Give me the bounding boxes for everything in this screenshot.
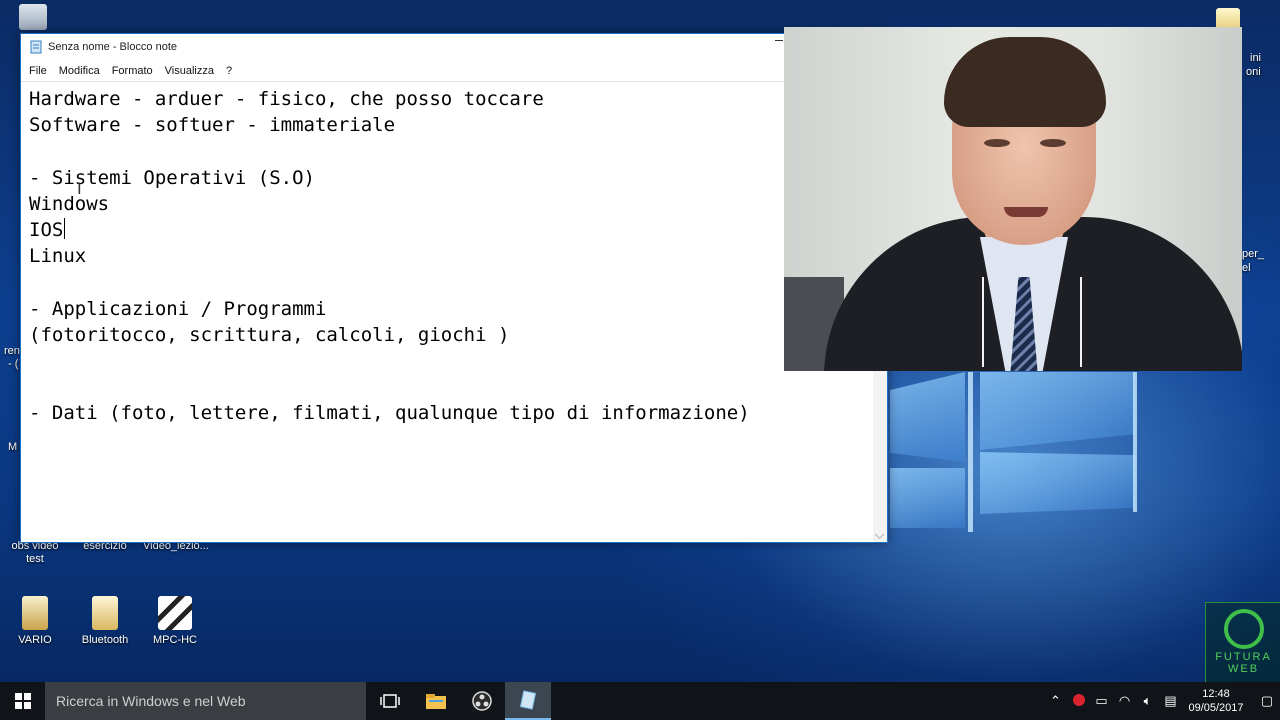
wallpaper-beam bbox=[1133, 372, 1137, 512]
wallpaper-pane bbox=[980, 452, 1135, 514]
menu-bar: File Modifica Formato Visualizza ? bbox=[21, 60, 887, 82]
desktop-icon-label: obs video test bbox=[11, 540, 59, 565]
earphone-cable bbox=[982, 277, 984, 367]
notepad-icon bbox=[30, 40, 42, 54]
desktop-icon-obs-video-test[interactable]: obs video test bbox=[3, 540, 67, 566]
text-line: Software - softuer - immateriale bbox=[29, 114, 396, 137]
chevron-up-icon[interactable]: ⌃ bbox=[1044, 693, 1067, 709]
taskbar-search-box[interactable]: Ricerca in Windows e nel Web bbox=[45, 682, 366, 720]
text-line bbox=[29, 138, 865, 164]
text-line: (fotoritocco, scrittura, calcoli, giochi… bbox=[29, 323, 510, 346]
menu-modifica[interactable]: Modifica bbox=[53, 63, 106, 79]
menu-file[interactable]: File bbox=[23, 63, 53, 79]
text-line: Windows bbox=[29, 192, 110, 215]
menu-formato[interactable]: Formato bbox=[106, 63, 159, 79]
logo-ring-icon bbox=[1223, 609, 1264, 649]
window-title: Senza nome - Blocco note bbox=[48, 41, 178, 53]
menu-visualizza[interactable]: Visualizza bbox=[159, 63, 220, 79]
notepad-window[interactable]: Senza nome - Blocco note File Modifica F… bbox=[20, 33, 888, 543]
wifi-icon[interactable]: ◠ bbox=[1113, 693, 1136, 709]
text-line bbox=[29, 269, 865, 295]
text-line bbox=[29, 348, 865, 374]
text-line: IOS bbox=[29, 218, 64, 241]
minimize-button[interactable] bbox=[775, 40, 783, 41]
task-view-icon bbox=[380, 694, 400, 708]
desktop-partial-label: oni bbox=[1246, 66, 1261, 78]
desktop-partial-label: - ( bbox=[8, 358, 19, 370]
desktop-icon-vario[interactable]: VARIO bbox=[3, 596, 67, 647]
recycle-bin-icon[interactable] bbox=[3, 4, 63, 34]
desktop-icon-label: MPC-HC bbox=[153, 634, 197, 646]
wallpaper-beam bbox=[968, 372, 973, 532]
text-line: Linux bbox=[29, 245, 87, 268]
text-line: Hardware - arduer - fisico, che posso to… bbox=[29, 88, 544, 110]
desktop-icon-mpc-hc[interactable]: MPC-HC bbox=[143, 596, 207, 647]
wallpaper-pane bbox=[890, 372, 965, 462]
volume-icon[interactable]: 🔈︎ bbox=[1136, 693, 1159, 709]
desktop-icon-label: VARIO bbox=[18, 634, 52, 646]
wallpaper-pane bbox=[980, 372, 1135, 450]
webcam-person-eye bbox=[984, 139, 1010, 147]
task-view-button[interactable] bbox=[367, 682, 413, 720]
ibeam-cursor-icon: I bbox=[77, 179, 82, 198]
obs-taskbar-button[interactable] bbox=[459, 682, 505, 720]
text-line: - Applicazioni / Programmi bbox=[29, 297, 327, 320]
taskbar-clock[interactable]: 12:48 09/05/2017 bbox=[1186, 687, 1246, 715]
webcam-person-hair bbox=[944, 37, 1106, 127]
desktop-partial-label: el bbox=[1242, 262, 1251, 274]
action-center-icon[interactable]: ▢ bbox=[1254, 693, 1280, 709]
file-explorer-icon bbox=[426, 694, 446, 709]
obs-icon bbox=[472, 691, 492, 711]
desktop-partial-label: ren bbox=[4, 345, 20, 357]
system-tray: ⌃ ▭ ◠ 🔈︎ ▤ 12:48 09/05/2017 ▢ bbox=[1044, 682, 1280, 720]
earphone-cable bbox=[1080, 277, 1082, 367]
desktop-partial-label: per_ bbox=[1242, 248, 1265, 260]
keyboard-icon[interactable]: ▤ bbox=[1159, 693, 1182, 709]
desktop-partial-label: ini bbox=[1250, 52, 1262, 64]
desktop-icon-label: Bluetooth bbox=[81, 634, 129, 646]
webcam-person-mouth bbox=[1004, 207, 1048, 217]
taskbar: Ricerca in Windows e nel Web ⌃ ▭ ◠ 🔈︎ ▤ … bbox=[0, 682, 1280, 720]
notepad-taskbar-button[interactable] bbox=[505, 682, 551, 720]
bluetooth-icon bbox=[92, 596, 118, 630]
text-line bbox=[29, 374, 865, 400]
desktop-icon-bluetooth[interactable]: Bluetooth bbox=[73, 596, 137, 647]
clock-date: 09/05/2017 bbox=[1188, 702, 1244, 714]
notepad-icon bbox=[519, 690, 537, 710]
clock-time: 12:48 bbox=[1202, 688, 1230, 700]
text-editor[interactable]: Hardware - arduer - fisico, che posso to… bbox=[21, 82, 873, 542]
folder-icon bbox=[22, 596, 48, 630]
text-line: - Sistemi Operativi (S.O) bbox=[29, 166, 315, 189]
antivirus-icon bbox=[1072, 693, 1085, 706]
webcam-person-eye bbox=[1040, 139, 1066, 147]
menu-help[interactable]: ? bbox=[220, 63, 238, 79]
recycle-bin-icon bbox=[19, 4, 47, 30]
resize-grip-icon[interactable] bbox=[874, 529, 885, 540]
file-explorer-taskbar-button[interactable] bbox=[413, 682, 459, 720]
text-caret bbox=[64, 217, 66, 239]
text-line-with-caret: IOS bbox=[29, 217, 865, 243]
text-line: - Dati (foto, lettere, filmati, qualunqu… bbox=[29, 402, 750, 425]
logo-text: FUTURA WEB bbox=[1215, 651, 1272, 675]
desktop-partial-label: M bbox=[8, 441, 18, 453]
wallpaper-pane bbox=[890, 468, 965, 528]
notepad-titlebar[interactable]: Senza nome - Blocco note bbox=[21, 34, 887, 60]
windows-logo-icon bbox=[14, 693, 31, 709]
futura-web-logo: FUTURA WEB bbox=[1205, 602, 1280, 684]
webcam-overlay bbox=[784, 27, 1242, 371]
antivirus-icon[interactable] bbox=[1067, 693, 1090, 710]
network-icon[interactable]: ▭ bbox=[1090, 693, 1113, 709]
start-button[interactable] bbox=[0, 682, 45, 720]
mpc-hc-icon bbox=[158, 596, 192, 630]
search-placeholder: Ricerca in Windows e nel Web bbox=[56, 693, 246, 709]
